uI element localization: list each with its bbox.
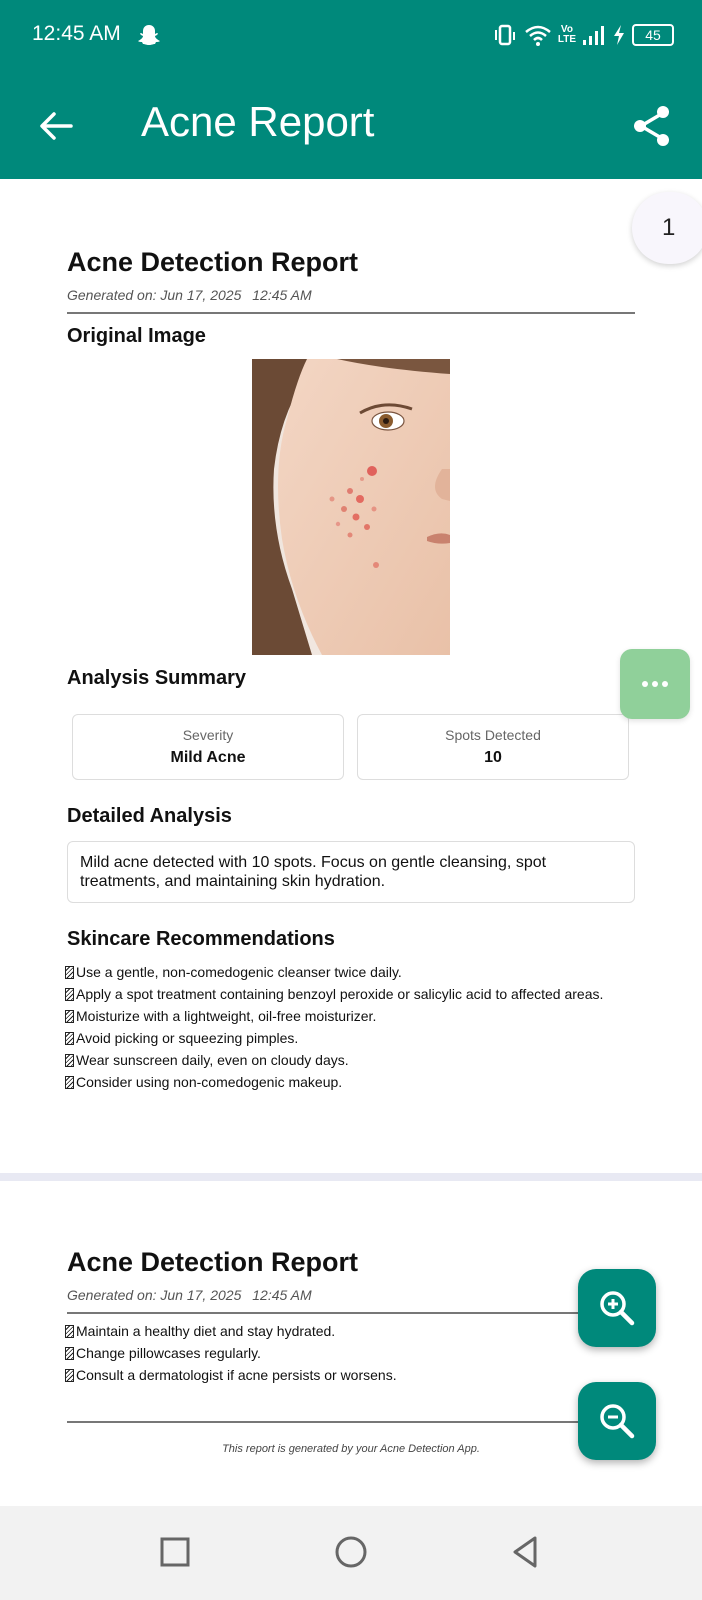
bullet-icon <box>65 1076 74 1089</box>
app-bar-title: Acne Report <box>141 98 375 145</box>
report-viewer[interactable]: Acne Detection Report Generated on: Jun … <box>0 179 702 1506</box>
recommendations-list: Use a gentle, non-comedogenic cleanser t… <box>65 961 603 1093</box>
severity-card: Severity Mild Acne <box>72 714 344 780</box>
page-separator <box>0 1173 702 1181</box>
circle-icon <box>335 1536 367 1568</box>
report-generated-date: Generated on: Jun 17, 2025 12:45 AM <box>67 287 312 303</box>
more-options-button[interactable] <box>620 649 690 719</box>
bullet-icon <box>65 1347 74 1360</box>
status-icons: Vo LTE 45 <box>492 20 674 50</box>
severity-value: Mild Acne <box>170 749 246 766</box>
share-icon <box>634 106 669 146</box>
report-title: Acne Detection Report <box>67 247 359 277</box>
bullet-icon <box>65 1325 74 1338</box>
list-item: Apply a spot treatment containing benzoy… <box>65 983 603 1005</box>
zoom-in-icon <box>600 1291 635 1326</box>
bullet-icon <box>65 1010 74 1023</box>
list-item: Wear sunscreen daily, even on cloudy day… <box>65 1049 603 1071</box>
snapchat-icon <box>138 25 160 45</box>
back-nav-button[interactable] <box>505 1532 545 1572</box>
report-generated-date: Generated on: Jun 17, 2025 12:45 AM <box>67 1287 312 1303</box>
recommendations-heading: Skincare Recommendations <box>67 928 335 950</box>
charging-icon <box>614 25 624 45</box>
list-item: Avoid picking or squeezing pimples. <box>65 1027 603 1049</box>
page-number-badge: 1 <box>632 192 702 264</box>
zoom-out-icon <box>600 1404 635 1439</box>
app-root: 12:45 AM Vo LTE 45 Acne Report Acne Dete… <box>0 0 702 1600</box>
spots-value: 10 <box>484 749 502 766</box>
divider <box>67 1312 635 1314</box>
square-icon <box>160 1537 190 1567</box>
bullet-icon <box>65 966 74 979</box>
zoom-out-button[interactable] <box>578 1382 656 1460</box>
list-item: Maintain a healthy diet and stay hydrate… <box>65 1320 397 1342</box>
list-item: Moisturize with a lightweight, oil-free … <box>65 1005 603 1027</box>
detailed-analysis-box: Mild acne detected with 10 spots. Focus … <box>67 841 635 903</box>
list-item: Use a gentle, non-comedogenic cleanser t… <box>65 961 603 983</box>
arrow-left-icon <box>40 112 73 140</box>
list-item: Consider using non-comedogenic makeup. <box>65 1071 603 1093</box>
back-button[interactable] <box>28 98 84 154</box>
vibrate-icon <box>494 24 515 46</box>
original-image-heading: Original Image <box>67 325 206 347</box>
severity-label: Severity <box>182 727 234 743</box>
divider <box>67 1421 635 1423</box>
more-horizontal-icon <box>642 681 648 687</box>
triangle-back-icon <box>513 1536 537 1568</box>
detailed-analysis-heading: Detailed Analysis <box>67 805 232 827</box>
recommendations-list-continued: Maintain a healthy diet and stay hydrate… <box>65 1320 397 1386</box>
bullet-icon <box>65 988 74 1001</box>
system-nav-bar <box>0 1506 702 1600</box>
report-title: Acne Detection Report <box>67 1247 359 1277</box>
home-button[interactable] <box>331 1532 371 1572</box>
divider <box>67 312 635 314</box>
status-bar: 12:45 AM Vo LTE 45 <box>0 0 702 72</box>
analysis-summary-heading: Analysis Summary <box>67 667 246 689</box>
list-item: Consult a dermatologist if acne persists… <box>65 1364 397 1386</box>
bullet-icon <box>65 1369 74 1382</box>
recents-button[interactable] <box>155 1532 195 1572</box>
volte-indicator: Vo LTE <box>557 24 576 45</box>
bullet-icon <box>65 1054 74 1067</box>
signal-icon <box>583 26 604 45</box>
share-button[interactable] <box>624 98 680 154</box>
spots-card: Spots Detected 10 <box>357 714 629 780</box>
original-image <box>252 359 450 655</box>
list-item: Change pillowcases regularly. <box>65 1342 397 1364</box>
spots-label: Spots Detected <box>445 727 541 743</box>
wifi-icon <box>525 25 551 46</box>
battery-indicator: 45 <box>632 24 674 46</box>
status-time: 12:45 AM <box>32 22 121 45</box>
app-bar: Acne Report <box>0 72 702 179</box>
bullet-icon <box>65 1032 74 1045</box>
zoom-in-button[interactable] <box>578 1269 656 1347</box>
